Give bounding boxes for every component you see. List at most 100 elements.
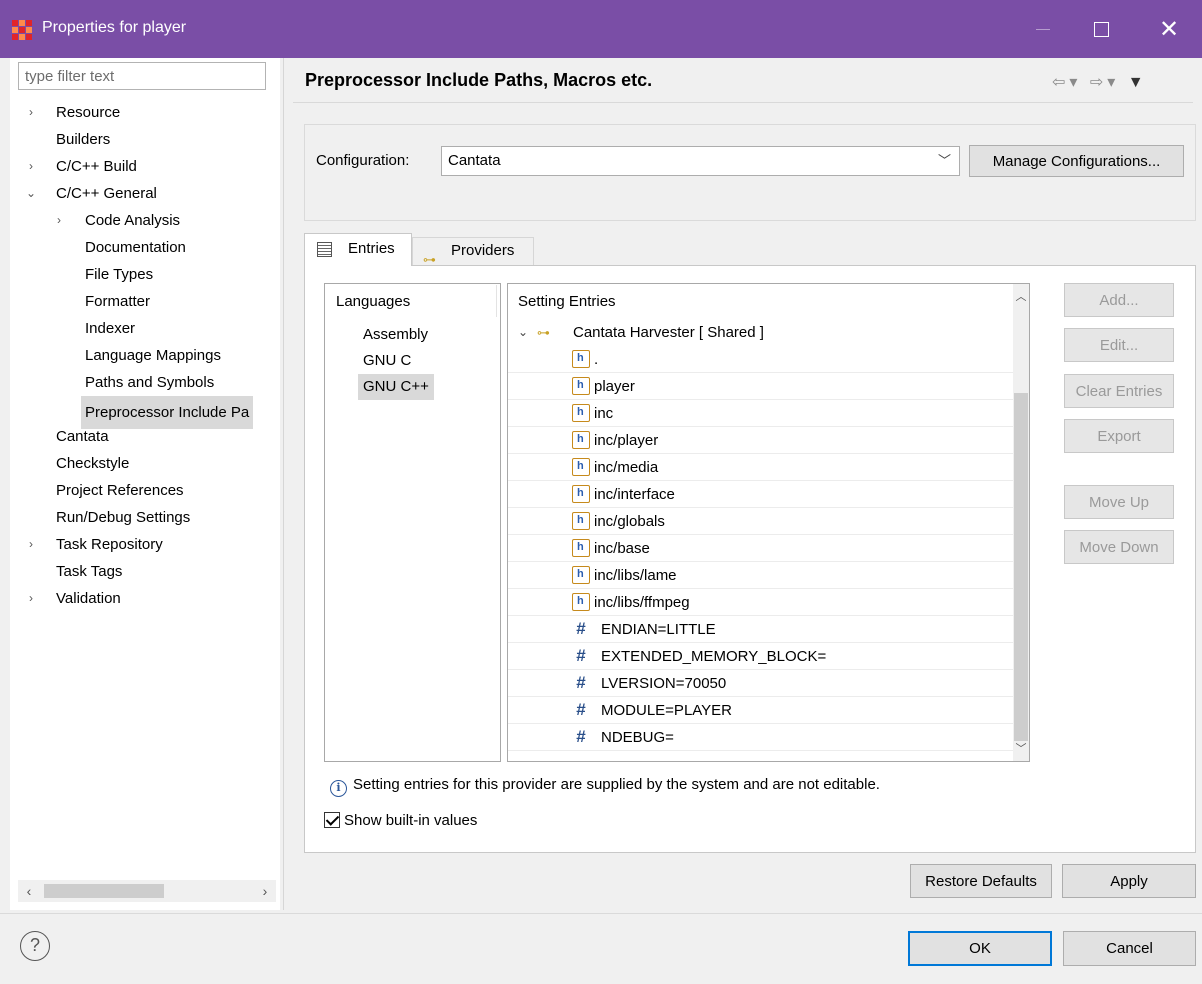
- filter-input[interactable]: [18, 62, 266, 90]
- chevron-right-icon[interactable]: ›: [24, 153, 38, 180]
- tree-item[interactable]: Preprocessor Include Pa: [18, 396, 274, 429]
- footer-separator: [0, 913, 1202, 914]
- include-path-label: player: [594, 378, 635, 395]
- tree-item[interactable]: Indexer: [18, 315, 274, 342]
- setting-entries-header: Setting Entries: [518, 293, 616, 310]
- macro-row[interactable]: # EXTENDED_MEMORY_BLOCK=: [508, 643, 1013, 670]
- chevron-right-icon[interactable]: ›: [24, 99, 38, 126]
- tree-item[interactable]: › Resource: [18, 99, 274, 126]
- languages-header-separator: [496, 285, 497, 317]
- back-arrow-icon[interactable]: ⇦: [1052, 74, 1069, 91]
- tree-item[interactable]: › C/C++ Build: [18, 153, 274, 180]
- maximize-button[interactable]: [1072, 0, 1130, 58]
- include-path-row[interactable]: .: [508, 345, 1013, 373]
- include-path-row[interactable]: inc/base: [508, 534, 1013, 562]
- configuration-value: Cantata: [448, 152, 501, 169]
- tree-item[interactable]: Task Tags: [18, 558, 274, 585]
- include-folder-icon: [572, 345, 590, 372]
- close-button[interactable]: ✕: [1140, 0, 1198, 58]
- tree-item[interactable]: Documentation: [18, 234, 274, 261]
- include-path-row[interactable]: inc/libs/lame: [508, 561, 1013, 589]
- chevron-down-icon[interactable]: ⌄: [24, 180, 38, 207]
- macro-row[interactable]: # MODULE=PLAYER: [508, 697, 1013, 724]
- tree-item[interactable]: › Code Analysis: [18, 207, 274, 234]
- tree-item[interactable]: Checkstyle: [18, 450, 274, 477]
- maximize-icon: [1093, 21, 1109, 37]
- help-icon[interactable]: ?: [20, 931, 50, 961]
- restore-defaults-button[interactable]: Restore Defaults: [910, 864, 1052, 898]
- tree-item-label: Task Tags: [56, 563, 123, 580]
- minimize-button[interactable]: [1014, 0, 1072, 58]
- tree-item[interactable]: Project References: [18, 477, 274, 504]
- apply-button[interactable]: Apply: [1062, 864, 1196, 898]
- edit-button[interactable]: Edit...: [1064, 328, 1174, 362]
- scroll-thumb[interactable]: [1014, 393, 1028, 741]
- forward-arrow-icon[interactable]: ⇨: [1090, 74, 1107, 91]
- include-path-row[interactable]: player: [508, 372, 1013, 400]
- entries-vertical-scrollbar[interactable]: ︿ ﹀: [1013, 284, 1029, 761]
- move-up-button[interactable]: Move Up: [1064, 485, 1174, 519]
- provider-group-row[interactable]: ⌄ ⊶ Cantata Harvester [ Shared ]: [508, 319, 1013, 346]
- pane-divider[interactable]: [283, 58, 284, 910]
- tree-item[interactable]: Formatter: [18, 288, 274, 315]
- tree-horizontal-scrollbar[interactable]: ‹ ›: [18, 880, 276, 902]
- show-builtin-values-checkbox[interactable]: Show built-in values: [324, 812, 477, 829]
- macro-row[interactable]: # LVERSION=70050: [508, 670, 1013, 697]
- macro-hash-icon: #: [576, 700, 586, 719]
- checkbox-checked-icon[interactable]: [324, 812, 340, 828]
- language-item-gnu-c[interactable]: GNU C: [358, 348, 416, 374]
- tree-item[interactable]: › Task Repository: [18, 531, 274, 558]
- tab-providers[interactable]: ⊶ Providers: [412, 237, 534, 267]
- include-folder-icon: [572, 588, 590, 615]
- include-path-row[interactable]: inc/player: [508, 426, 1013, 454]
- tree-item-label: Checkstyle: [56, 455, 130, 472]
- move-down-button[interactable]: Move Down: [1064, 530, 1174, 564]
- tree-item[interactable]: Paths and Symbols: [18, 369, 274, 396]
- scroll-left-icon[interactable]: ‹: [18, 880, 40, 902]
- macro-row[interactable]: # ENDIAN=LITTLE: [508, 616, 1013, 643]
- forward-menu-icon[interactable]: ▾: [1107, 74, 1119, 91]
- tab-entries[interactable]: Entries: [304, 233, 412, 266]
- include-path-row[interactable]: inc/interface: [508, 480, 1013, 508]
- configuration-select[interactable]: Cantata ﹀: [441, 146, 960, 176]
- view-menu-icon[interactable]: ▼: [1128, 74, 1148, 91]
- eclipse-app-icon: [12, 20, 32, 40]
- macro-hash-icon: #: [576, 673, 586, 692]
- include-path-label: inc/interface: [594, 486, 675, 503]
- chevron-right-icon[interactable]: ›: [24, 585, 38, 612]
- chevron-right-icon[interactable]: ›: [52, 207, 66, 234]
- tree-item[interactable]: File Types: [18, 261, 274, 288]
- tree-item[interactable]: ⌄ C/C++ General: [18, 180, 274, 207]
- include-path-row[interactable]: inc/globals: [508, 507, 1013, 535]
- chevron-right-icon[interactable]: ›: [24, 531, 38, 558]
- tree-item[interactable]: Language Mappings: [18, 342, 274, 369]
- include-path-label: inc/libs/lame: [594, 567, 677, 584]
- tree-item[interactable]: › Validation: [18, 585, 274, 612]
- chevron-down-icon[interactable]: ⌄: [518, 319, 528, 346]
- clear-entries-button[interactable]: Clear Entries: [1064, 374, 1174, 408]
- tree-item-label: Formatter: [85, 293, 151, 310]
- macro-row[interactable]: # NDEBUG=: [508, 724, 1013, 751]
- tree-item[interactable]: Builders: [18, 126, 274, 153]
- tree-item[interactable]: Run/Debug Settings: [18, 504, 274, 531]
- chevron-down-icon: ﹀: [937, 153, 951, 168]
- back-menu-icon[interactable]: ▾: [1069, 74, 1081, 91]
- include-path-row[interactable]: inc: [508, 399, 1013, 427]
- include-path-label: inc/media: [594, 459, 659, 476]
- cancel-button[interactable]: Cancel: [1063, 931, 1196, 966]
- scroll-down-icon[interactable]: ﹀: [1013, 740, 1029, 756]
- export-button[interactable]: Export: [1064, 419, 1174, 453]
- minimize-icon: [1036, 28, 1050, 30]
- add-button[interactable]: Add...: [1064, 283, 1174, 317]
- scroll-right-icon[interactable]: ›: [254, 880, 276, 902]
- language-item-assembly[interactable]: Assembly: [358, 322, 433, 348]
- provider-key-icon: ⊶: [423, 252, 436, 267]
- scroll-thumb[interactable]: [44, 884, 164, 898]
- include-path-row[interactable]: inc/media: [508, 453, 1013, 481]
- include-path-row[interactable]: inc/libs/ffmpeg: [508, 588, 1013, 616]
- ok-button[interactable]: OK: [908, 931, 1052, 966]
- language-item-gnu-cpp[interactable]: GNU C++: [358, 374, 434, 400]
- tree-item[interactable]: Cantata: [18, 423, 274, 450]
- scroll-up-icon[interactable]: ︿: [1013, 288, 1029, 304]
- manage-configurations-button[interactable]: Manage Configurations...: [969, 145, 1184, 177]
